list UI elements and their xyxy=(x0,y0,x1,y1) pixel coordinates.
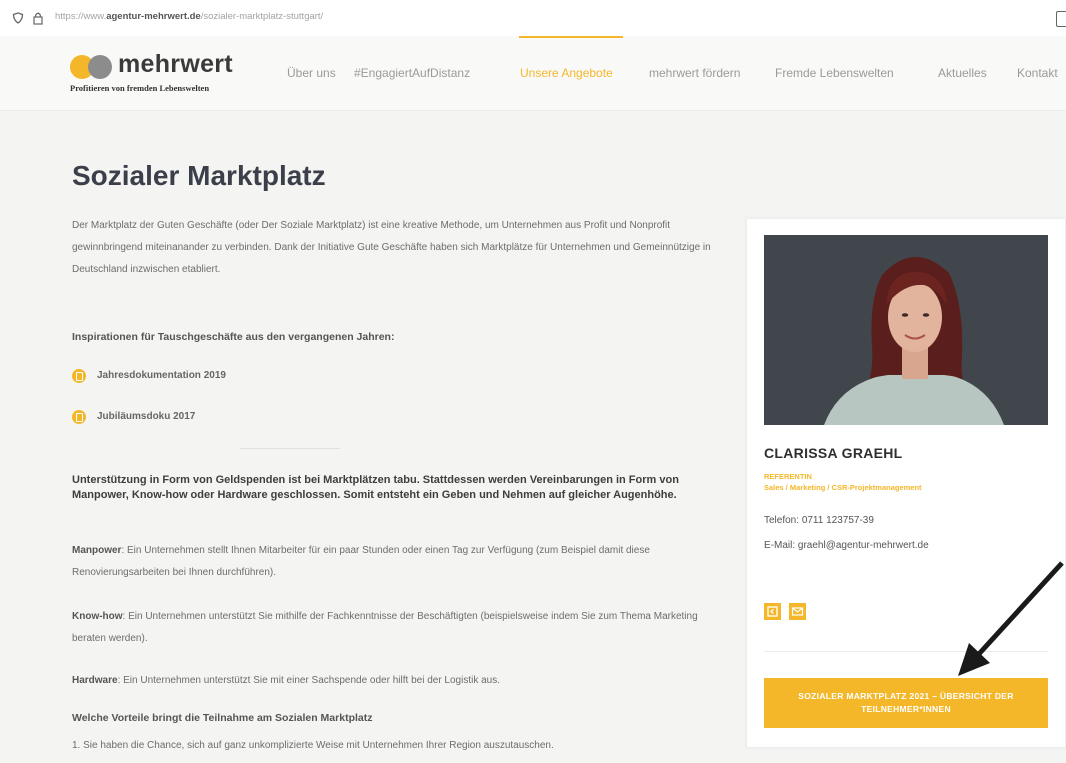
knowhow-text: : Ein Unternehmen unterstützt Sie mithil… xyxy=(72,611,698,644)
site-header: mehrwert Profitieren von fremden Lebensw… xyxy=(0,36,1066,111)
manpower-term: Manpower xyxy=(72,545,122,556)
section-divider xyxy=(240,448,340,449)
inspiration-heading: Inspirationen für Tauschgeschäfte aus de… xyxy=(72,331,395,343)
benefits-heading: Welche Vorteile bringt die Teilnahme am … xyxy=(72,712,373,724)
url-text[interactable]: https://www.agentur-mehrwert.de/sozialer… xyxy=(55,11,323,22)
logo-tagline: Profitieren von fremden Lebenswelten xyxy=(70,83,210,93)
hardware-text: : Ein Unternehmen unterstützt Sie mit ei… xyxy=(117,675,501,686)
contact-card: CLARISSA GRAEHL REFERENTIN Sales / Marke… xyxy=(746,218,1066,748)
email-link[interactable]: graehl@agentur-mehrwert.de xyxy=(798,540,929,551)
benefit-item-1: 1. Sie haben die Chance, sich auf ganz u… xyxy=(72,740,554,751)
donation-policy-paragraph: Unterstützung in Form von Geldspenden is… xyxy=(72,474,679,501)
logo-wordmark: mehrwert xyxy=(118,50,233,78)
contact-phone: Telefon: 0711 123757-39 xyxy=(764,515,874,526)
document-icon xyxy=(72,410,86,424)
nav-item-unsere-angebote[interactable]: Unsere Angebote xyxy=(520,66,613,80)
doc-link-label[interactable]: Jahresdokumentation 2019 xyxy=(97,370,226,381)
logo-dot-grey xyxy=(88,55,112,79)
shield-icon xyxy=(12,12,24,24)
contact-title: REFERENTIN xyxy=(764,472,812,481)
contact-name: CLARISSA GRAEHL xyxy=(764,445,903,461)
nav-item-engagiert-auf-distanz[interactable]: #EngagiertAufDistanz xyxy=(354,66,470,80)
nav-item-fremde-lebenswelten[interactable]: Fremde Lebenswelten xyxy=(775,66,894,80)
mail-icon[interactable] xyxy=(789,603,806,620)
manpower-text: : Ein Unternehmen stellt Ihnen Mitarbeit… xyxy=(72,545,650,578)
hardware-term: Hardware xyxy=(72,675,118,686)
phone-number[interactable]: 0711 123757-39 xyxy=(802,515,874,526)
nav-item-mehrwert-foerdern[interactable]: mehrwert fördern xyxy=(649,66,740,80)
doc-link-label[interactable]: Jubiläumsdoku 2017 xyxy=(97,411,195,422)
knowhow-paragraph: Know-how: Ein Unternehmen unterstützt Si… xyxy=(72,606,712,650)
lock-icon xyxy=(33,12,43,25)
nav-item-aktuelles[interactable]: Aktuelles xyxy=(938,66,987,80)
reader-view-icon[interactable] xyxy=(1056,11,1066,27)
active-nav-indicator xyxy=(519,36,623,38)
page-title: Sozialer Marktplatz xyxy=(72,160,326,191)
card-divider xyxy=(764,651,1048,652)
site-logo[interactable]: mehrwert Profitieren von fremden Lebensw… xyxy=(70,50,260,95)
manpower-paragraph: Manpower: Ein Unternehmen stellt Ihnen M… xyxy=(72,540,712,584)
intro-paragraph: Der Marktplatz der Guten Geschäfte (oder… xyxy=(72,220,711,275)
hardware-paragraph: Hardware: Ein Unternehmen unterstützt Si… xyxy=(72,670,712,692)
teilnehmer-overview-button[interactable]: SOZIALER MARKTPLATZ 2021 – ÜBERSICHT DER… xyxy=(764,678,1048,728)
vcard-icon[interactable] xyxy=(764,603,781,620)
contact-role: REFERENTIN Sales / Marketing / CSR-Proje… xyxy=(764,471,922,493)
contact-email: E-Mail: graehl@agentur-mehrwert.de xyxy=(764,540,929,551)
browser-address-bar[interactable]: https://www.agentur-mehrwert.de/sozialer… xyxy=(0,0,1066,37)
nav-item-kontakt[interactable]: Kontakt xyxy=(1017,66,1058,80)
contact-portrait-photo xyxy=(764,235,1048,425)
contact-department: Sales / Marketing / CSR-Projektmanagemen… xyxy=(764,483,922,492)
nav-item-ueber-uns[interactable]: Über uns xyxy=(287,66,336,80)
knowhow-term: Know-how xyxy=(72,611,123,622)
document-icon xyxy=(72,369,86,383)
